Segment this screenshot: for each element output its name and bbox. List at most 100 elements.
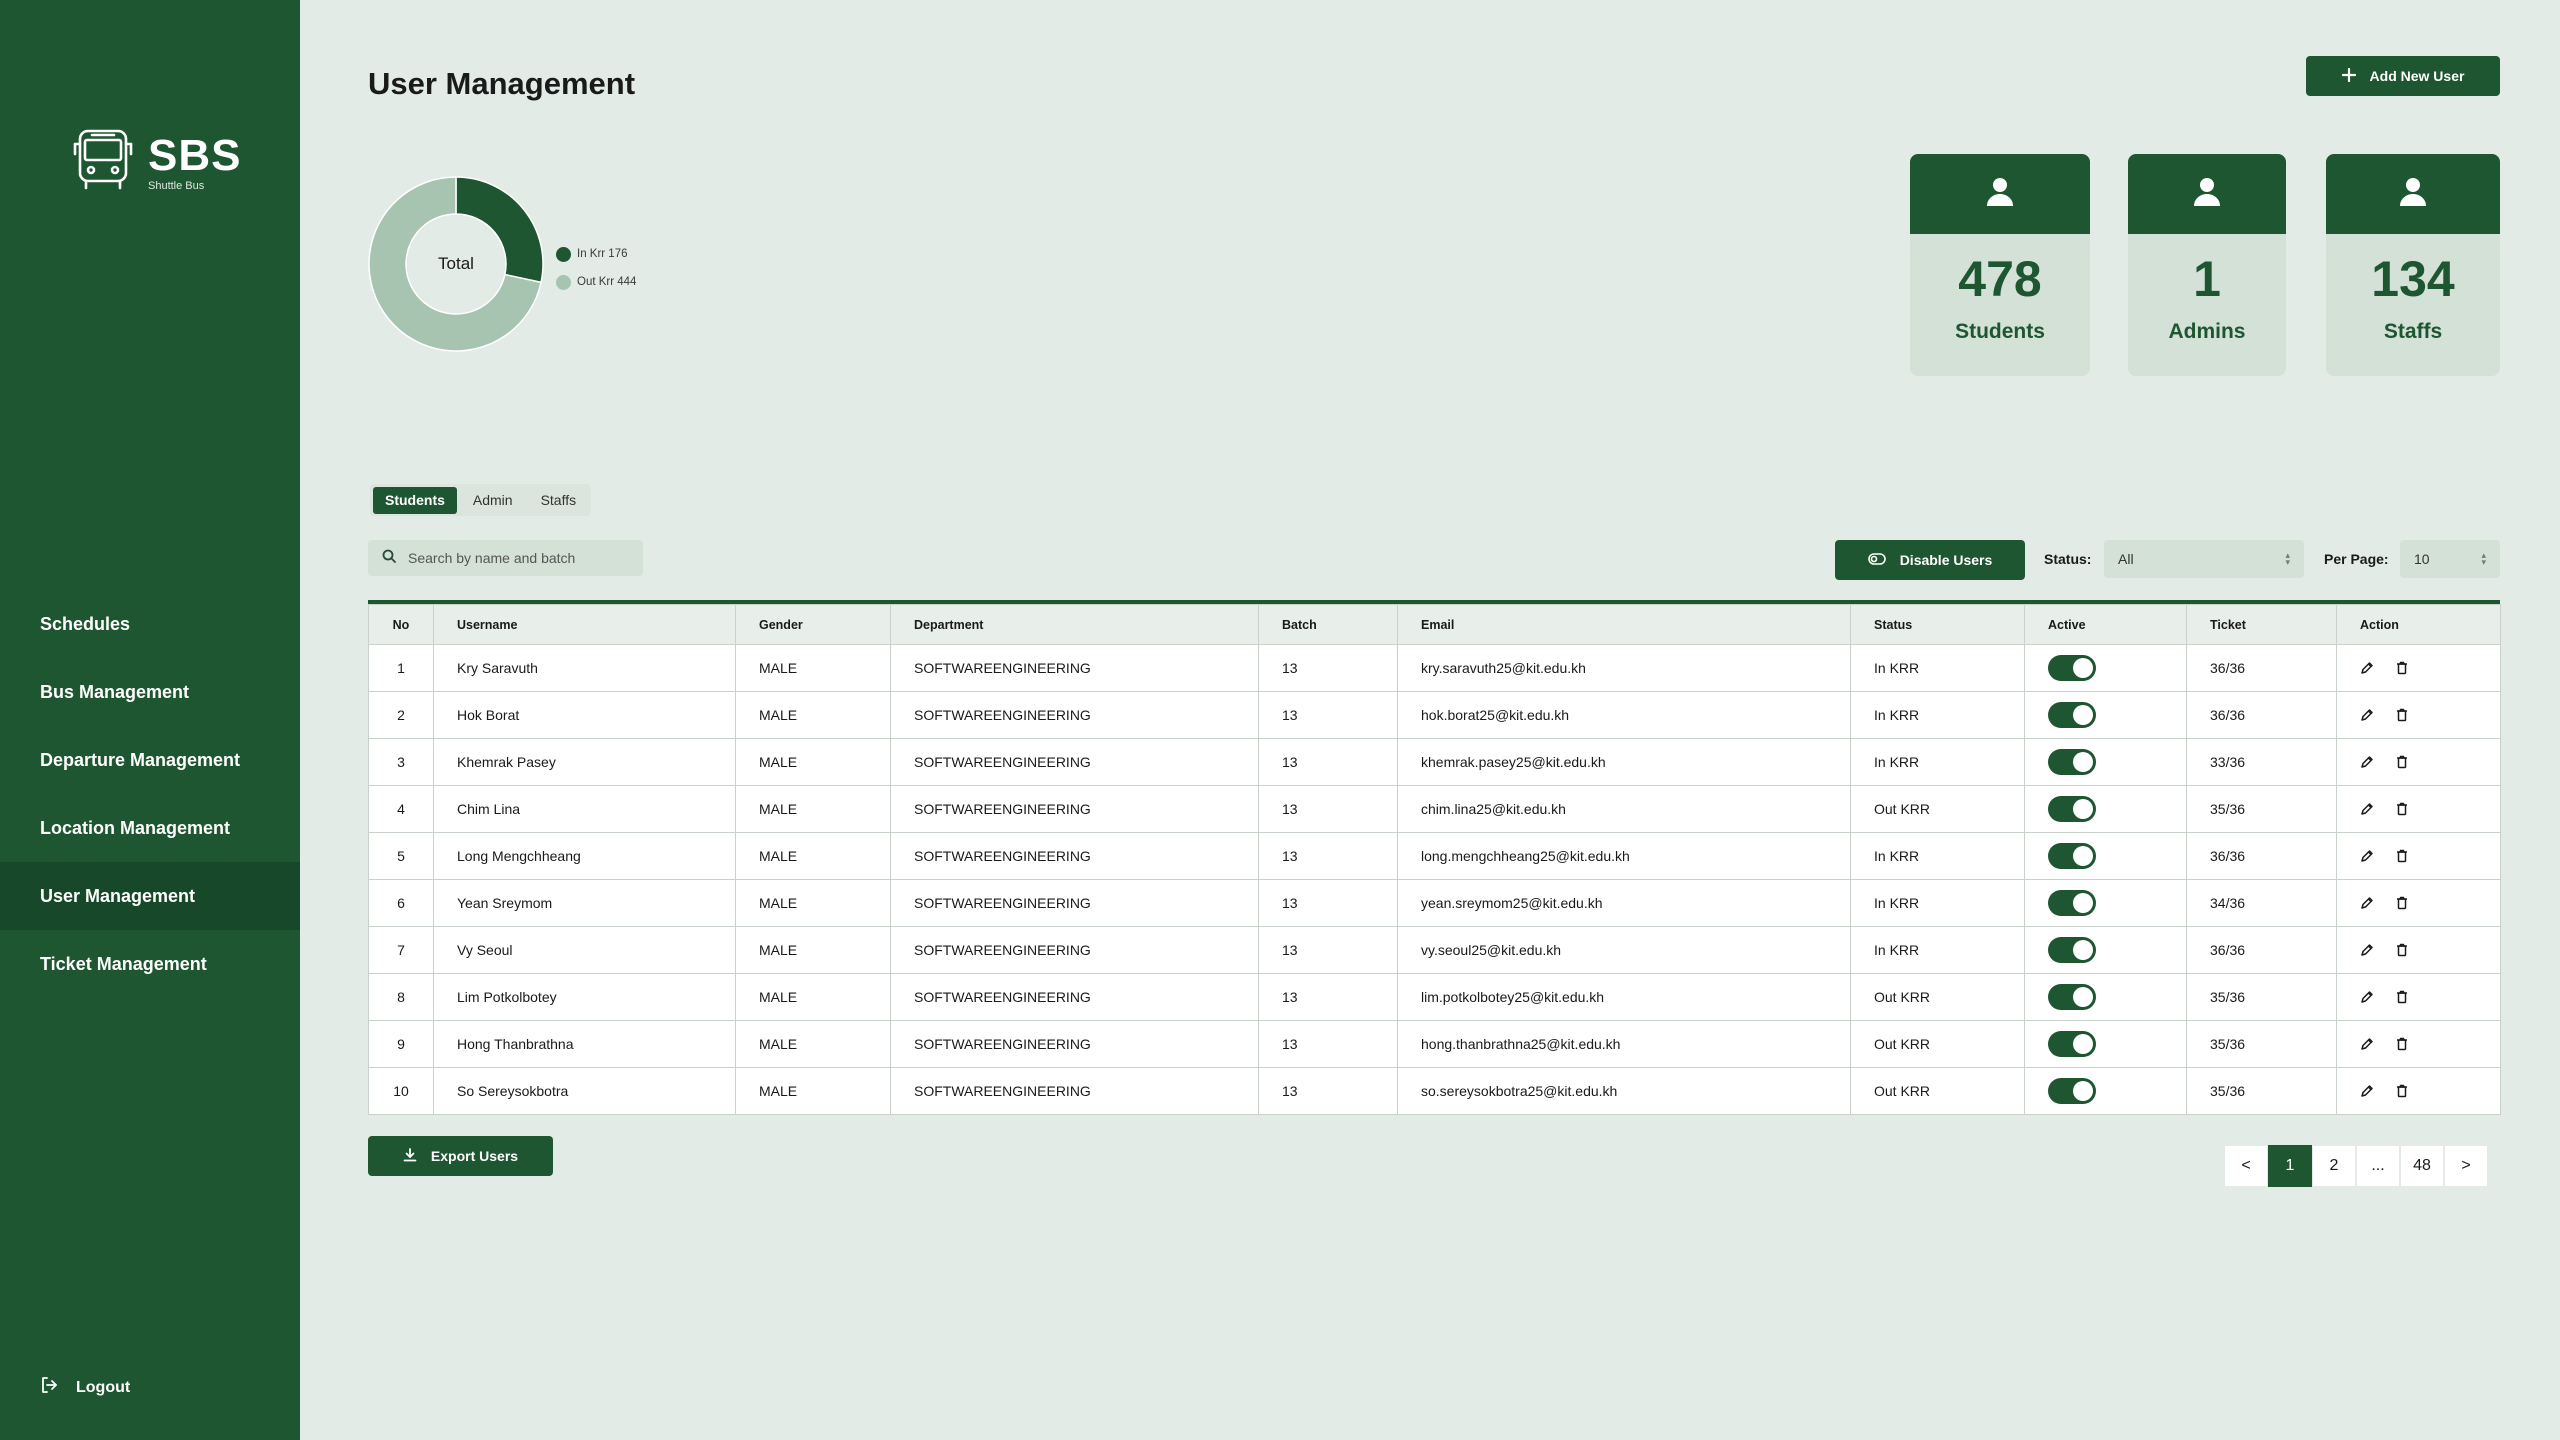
app-logo[interactable]: SBS Shuttle Bus <box>72 128 241 197</box>
cell-no: 10 <box>368 1067 434 1115</box>
table-row: 4 Chim Lina MALE SOFTWAREENGINEERING 13 chim.… <box>368 785 2501 833</box>
cell-status: Out KRR <box>1850 973 2025 1021</box>
status-select[interactable]: All ▴ ▾ <box>2104 540 2304 578</box>
cell-batch: 13 <box>1258 644 1398 692</box>
active-toggle[interactable] <box>2048 1078 2096 1104</box>
sidebar-item-bus-management[interactable]: Bus Management <box>0 658 300 726</box>
edit-icon[interactable] <box>2360 990 2374 1004</box>
active-toggle[interactable] <box>2048 890 2096 916</box>
cell-active <box>2024 785 2187 833</box>
cell-batch: 13 <box>1258 1020 1398 1068</box>
cell-department: SOFTWAREENGINEERING <box>890 1020 1259 1068</box>
add-new-user-button[interactable]: Add New User <box>2306 56 2500 96</box>
delete-icon[interactable] <box>2396 1037 2408 1051</box>
search-icon <box>382 549 396 568</box>
cell-department: SOFTWAREENGINEERING <box>890 973 1259 1021</box>
pagination-next-button[interactable]: > <box>2444 1145 2488 1187</box>
active-toggle[interactable] <box>2048 749 2096 775</box>
active-toggle[interactable] <box>2048 843 2096 869</box>
table-row: 3 Khemrak Pasey MALE SOFTWAREENGINEERING 13 k… <box>368 738 2501 786</box>
sidebar-item-schedules[interactable]: Schedules <box>0 590 300 658</box>
legend-label-out-krr: Out Krr 444 <box>577 276 637 288</box>
delete-icon[interactable] <box>2396 661 2408 675</box>
sidebar-item-departure-management[interactable]: Departure Management <box>0 726 300 794</box>
cell-status: In KRR <box>1850 832 2025 880</box>
column-header-batch[interactable]: Batch <box>1258 604 1398 645</box>
legend-swatch-in-krr <box>556 246 571 262</box>
plus-icon <box>2341 67 2356 85</box>
table-row: 1 Kry Saravuth MALE SOFTWAREENGINEERING 13 kr… <box>368 644 2501 692</box>
column-header-ticket[interactable]: Ticket <box>2186 604 2337 645</box>
edit-icon[interactable] <box>2360 896 2374 910</box>
donut-center-label: Total <box>438 254 474 273</box>
cell-active <box>2024 691 2187 739</box>
active-toggle[interactable] <box>2048 655 2096 681</box>
pagination-ellipsis: ... <box>2356 1145 2400 1187</box>
cell-batch: 13 <box>1258 926 1398 974</box>
delete-icon[interactable] <box>2396 708 2408 722</box>
delete-icon[interactable] <box>2396 896 2408 910</box>
column-header-email[interactable]: Email <box>1397 604 1851 645</box>
user-icon <box>2399 177 2427 212</box>
tab-staffs[interactable]: Staffs <box>529 487 589 514</box>
cell-ticket: 34/36 <box>2186 879 2337 927</box>
edit-icon[interactable] <box>2360 661 2374 675</box>
cell-action <box>2336 879 2501 927</box>
delete-icon[interactable] <box>2396 849 2408 863</box>
export-users-button[interactable]: Export Users <box>368 1136 553 1176</box>
delete-icon[interactable] <box>2396 802 2408 816</box>
column-header-department[interactable]: Department <box>890 604 1259 645</box>
stat-value-students: 478 <box>1958 251 2042 307</box>
pagination-page-1[interactable]: 1 <box>2268 1145 2312 1187</box>
search-input[interactable] <box>408 550 628 566</box>
active-toggle[interactable] <box>2048 937 2096 963</box>
cell-email: hok.borat25@kit.edu.kh <box>1397 691 1851 739</box>
cell-username: Lim Potkolbotey <box>433 973 736 1021</box>
delete-icon[interactable] <box>2396 990 2408 1004</box>
cell-action <box>2336 832 2501 880</box>
delete-icon[interactable] <box>2396 755 2408 769</box>
tab-admin[interactable]: Admin <box>461 487 525 514</box>
cell-email: chim.lina25@kit.edu.kh <box>1397 785 1851 833</box>
delete-icon[interactable] <box>2396 1084 2408 1098</box>
active-toggle[interactable] <box>2048 984 2096 1010</box>
pagination-page-2[interactable]: 2 <box>2312 1145 2356 1187</box>
cell-ticket: 35/36 <box>2186 1067 2337 1115</box>
edit-icon[interactable] <box>2360 849 2374 863</box>
cell-gender: MALE <box>735 785 891 833</box>
edit-icon[interactable] <box>2360 708 2374 722</box>
logout-button[interactable]: Logout <box>40 1376 130 1399</box>
pagination-page-48[interactable]: 48 <box>2400 1145 2444 1187</box>
per-page-select[interactable]: 10 ▴ ▾ <box>2400 540 2500 578</box>
cell-email: vy.seoul25@kit.edu.kh <box>1397 926 1851 974</box>
chart-legend: In Krr 176 Out Krr 444 <box>556 240 636 296</box>
sidebar-item-location-management[interactable]: Location Management <box>0 794 300 862</box>
cell-email: so.sereysokbotra25@kit.edu.kh <box>1397 1067 1851 1115</box>
tab-students[interactable]: Students <box>373 486 457 514</box>
cell-active <box>2024 738 2187 786</box>
active-toggle[interactable] <box>2048 796 2096 822</box>
sidebar-item-user-management[interactable]: User Management <box>0 862 300 930</box>
edit-icon[interactable] <box>2360 802 2374 816</box>
edit-icon[interactable] <box>2360 943 2374 957</box>
column-header-gender[interactable]: Gender <box>735 604 891 645</box>
column-header-username[interactable]: Username <box>433 604 736 645</box>
table-row: 5 Long Mengchheang MALE SOFTWAREENGINEERING… <box>368 832 2501 880</box>
select-chevron-icon: ▴ ▾ <box>2285 550 2290 567</box>
pagination-prev-button[interactable]: < <box>2224 1145 2268 1187</box>
edit-icon[interactable] <box>2360 1084 2374 1098</box>
cell-batch: 13 <box>1258 738 1398 786</box>
column-header-status[interactable]: Status <box>1850 604 2025 645</box>
disable-users-button[interactable]: Disable Users <box>1835 540 2025 580</box>
active-toggle[interactable] <box>2048 1031 2096 1057</box>
sidebar-item-ticket-management[interactable]: Ticket Management <box>0 930 300 998</box>
edit-icon[interactable] <box>2360 1037 2374 1051</box>
edit-icon[interactable] <box>2360 755 2374 769</box>
users-table: No Username Gender Department Batch Emai… <box>368 600 2501 1115</box>
cell-action <box>2336 738 2501 786</box>
cell-gender: MALE <box>735 973 891 1021</box>
delete-icon[interactable] <box>2396 943 2408 957</box>
column-header-active[interactable]: Active <box>2024 604 2187 645</box>
column-header-no[interactable]: No <box>368 604 434 645</box>
active-toggle[interactable] <box>2048 702 2096 728</box>
